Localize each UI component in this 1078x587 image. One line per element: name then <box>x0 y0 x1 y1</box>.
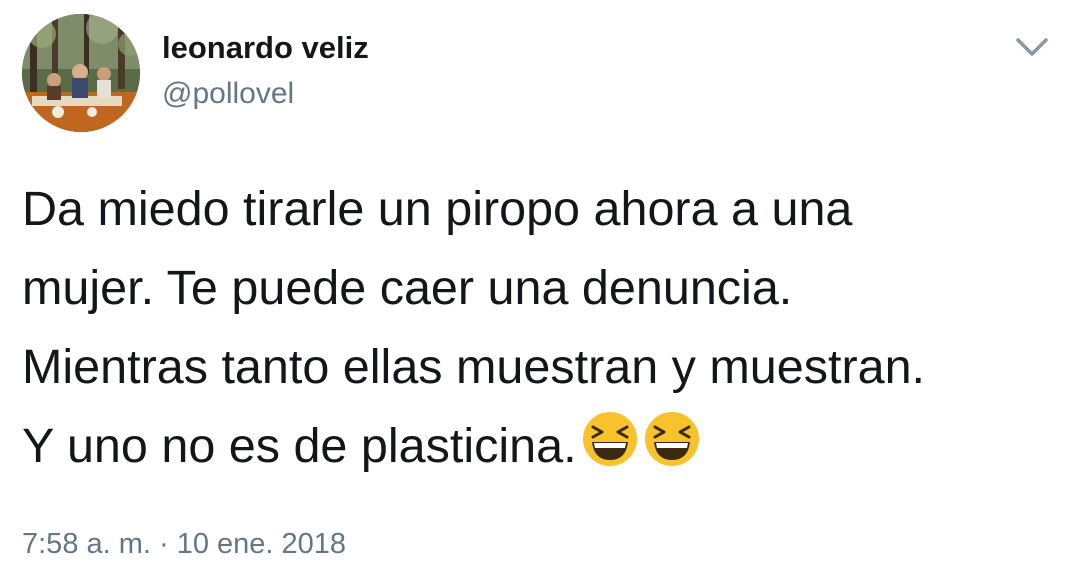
grinning-squinting-face-emoji-icon <box>581 410 639 468</box>
profile-photo <box>22 14 140 132</box>
display-name[interactable]: leonardo veliz <box>162 28 369 68</box>
tweet-text-line: mujer. Te puede caer una denuncia. <box>22 261 793 315</box>
chevron-down-icon[interactable] <box>1010 28 1054 66</box>
avatar[interactable] <box>22 14 140 132</box>
tweet-text-line: Da miedo tirarle un piropo ahora a una <box>22 182 853 236</box>
tweet-text-line-last: Y uno no es de plasticina. <box>22 407 1062 486</box>
tweet-text: Da miedo tirarle un piropo ahora a una m… <box>22 170 1062 486</box>
grinning-squinting-face-emoji-icon <box>643 410 701 468</box>
tweet-card: leonardo veliz @pollovel Da miedo tirarl… <box>0 0 1078 587</box>
tweet-text-line: Mientras tanto ellas muestran y muestran… <box>22 340 926 394</box>
user-handle[interactable]: @pollovel <box>162 74 294 114</box>
tweet-timestamp[interactable]: 7:58 a. m. · 10 ene. 2018 <box>22 524 346 564</box>
tweet-text-segment: Y uno no es de plasticina. <box>22 419 577 473</box>
